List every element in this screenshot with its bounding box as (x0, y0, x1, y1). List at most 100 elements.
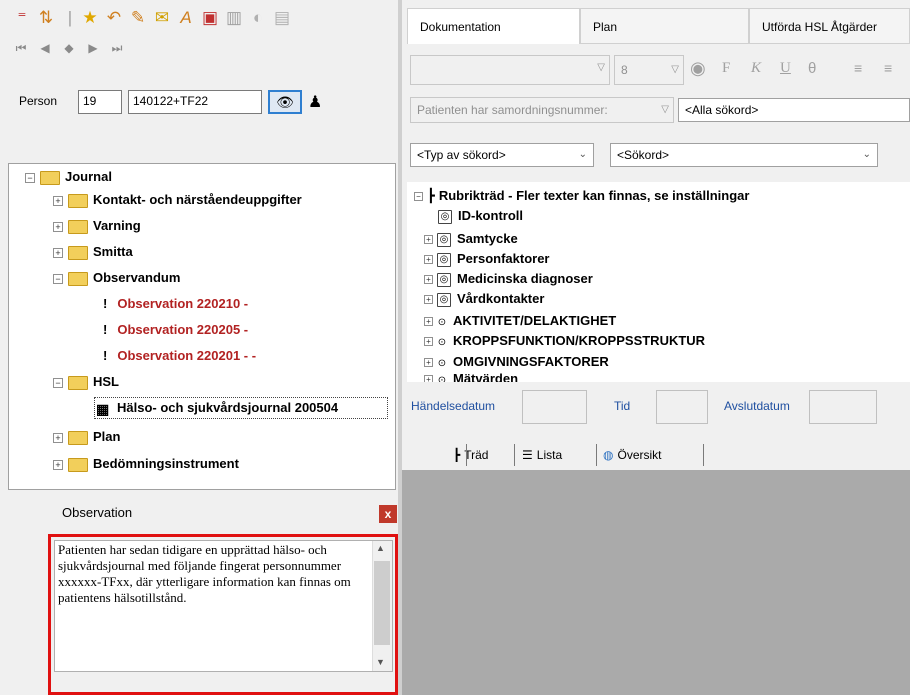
first-icon[interactable]: ⏮ (12, 40, 30, 56)
tree-node-observation[interactable]: ! Observation 220210 - (103, 293, 248, 315)
folder-icon (68, 271, 88, 286)
collapse-icon[interactable]: − (414, 192, 423, 202)
tree-node-observation[interactable]: ! Observation 220201 - - (103, 345, 256, 367)
scroll-down-icon[interactable]: ▼ (376, 657, 385, 667)
rtree-root[interactable]: − ┣ Rubrikträd - Fler texter kan finnas, s… (414, 186, 749, 206)
mail-icon[interactable]: ✉ (152, 8, 172, 28)
expand-icon[interactable]: + (424, 275, 433, 285)
scroll-up-icon[interactable]: ▲ (376, 543, 385, 553)
bullet-icon: ⊙ (437, 375, 447, 382)
tree-node-journal[interactable]: − Journal (25, 166, 112, 188)
person-number-field[interactable]: 19 (78, 90, 122, 114)
eye-icon: 👁 (276, 94, 294, 110)
tab-utforda-hsl[interactable]: Utförda HSL Åtgärder (749, 8, 910, 44)
indent-icon[interactable]: ⁼ (12, 8, 32, 28)
folder-icon (68, 375, 88, 390)
item-icon: ◎ (437, 292, 451, 307)
view-tab-oversikt[interactable]: ◍ Översikt (603, 444, 662, 466)
person-label: Person (19, 94, 58, 108)
diamond-icon[interactable]: ◆ (60, 40, 78, 56)
person-id-field[interactable]: 140122+TF22 (128, 90, 262, 114)
tab-plan[interactable]: Plan (580, 8, 749, 44)
alla-sokord-select[interactable]: <Alla sökord> (678, 98, 910, 122)
tree-node-bedomning[interactable]: + Bedömningsinstrument (53, 453, 239, 475)
tree-node-kontakt[interactable]: + Kontakt- och närståendeuppgifter (53, 189, 302, 211)
color-palette-icon[interactable]: ◉ (690, 58, 706, 79)
expand-icon[interactable]: + (53, 247, 63, 258)
expand-icon[interactable]: + (424, 375, 433, 382)
sokord-select[interactable]: <Sökord> ⌄ (610, 143, 878, 167)
collapse-icon[interactable]: − (25, 172, 35, 183)
expand-icon[interactable]: + (424, 235, 433, 245)
rtree-item[interactable]: ◎ ID-kontroll (438, 206, 523, 226)
next-icon[interactable]: ▶ (84, 40, 102, 56)
align-center-icon[interactable]: ≡ (884, 60, 892, 76)
rtree-item[interactable]: + ◎ Medicinska diagnoser (424, 269, 593, 289)
view-tab-trad[interactable]: ┣ Träd (453, 444, 488, 466)
bold-button[interactable]: F (722, 60, 730, 77)
font-size-select[interactable]: 8 ▽ (614, 55, 684, 85)
tree-node-observation[interactable]: ! Observation 220205 - (103, 319, 248, 341)
view-tab-lista[interactable]: ☰ Lista (522, 444, 562, 466)
book-icon[interactable]: ▥ (224, 8, 244, 28)
font-select[interactable]: ▽ (410, 55, 610, 85)
folder-icon (68, 430, 88, 445)
scrollbar-thumb[interactable] (374, 561, 390, 645)
strike-button[interactable]: θ (808, 60, 816, 77)
hide-button[interactable]: 👁 (268, 90, 302, 114)
tab-dokumentation[interactable]: Dokumentation (407, 8, 580, 44)
expand-icon[interactable]: + (424, 295, 433, 305)
handelsedatum-field[interactable] (522, 390, 587, 424)
expand-icon[interactable]: + (53, 195, 63, 206)
rtree-item[interactable]: + ◎ Personfaktorer (424, 249, 549, 269)
rtree-group-partial[interactable]: + ⊙ Mätvärden (424, 372, 518, 382)
rtree-item[interactable]: + ◎ Vårdkontakter (424, 289, 544, 309)
tree-node-plan[interactable]: + Plan (53, 426, 120, 448)
expand-icon[interactable]: + (53, 459, 63, 470)
form-icon[interactable]: ▣ (200, 8, 220, 28)
undo-icon[interactable]: ↶ (104, 8, 124, 28)
tree-node-observandum[interactable]: − Observandum (53, 267, 180, 289)
note-icon[interactable]: ✎ (128, 8, 148, 28)
tree-node-hsl-journal[interactable]: ▦ Hälso- och sjukvårdsjournal 200504 (96, 397, 338, 419)
rtree-group[interactable]: + ⊙ KROPPSFUNKTION/KROPPSSTRUKTUR (424, 331, 705, 351)
tid-label: Tid (614, 399, 631, 413)
collapse-icon[interactable]: − (53, 377, 63, 388)
chart-icon[interactable]: ▤ (272, 8, 292, 28)
expand-icon[interactable]: + (424, 255, 433, 265)
tree-node-smitta[interactable]: + Smitta (53, 241, 133, 263)
expand-icon[interactable]: + (424, 317, 433, 327)
samordning-select[interactable]: Patienten har samordningsnummer: ▽ (410, 97, 674, 123)
tid-field[interactable] (656, 390, 708, 424)
exclamation-icon: ! (103, 322, 108, 337)
sort-icon[interactable]: ⇅ (36, 8, 56, 28)
expand-icon[interactable]: + (53, 221, 63, 232)
last-icon[interactable]: ⏭ (108, 40, 126, 56)
close-button[interactable]: x (379, 505, 397, 523)
align-left-icon[interactable]: ≡ (854, 60, 862, 76)
collapse-icon[interactable]: − (53, 273, 63, 284)
rtree-group[interactable]: + ⊙ OMGIVNINGSFAKTORER (424, 352, 609, 372)
expand-icon[interactable]: + (424, 358, 433, 368)
bullet-icon: ⊙ (437, 358, 447, 369)
underline-button[interactable]: U (780, 60, 791, 77)
italic-button[interactable]: K (751, 60, 761, 77)
tree-node-varning[interactable]: + Varning (53, 215, 141, 237)
chevron-down-icon: ▽ (661, 104, 669, 115)
avslutdatum-label: Avslutdatum (724, 399, 790, 413)
expand-icon[interactable]: + (53, 432, 63, 443)
rtree-item[interactable]: + ◎ Samtycke (424, 229, 518, 249)
handelsedatum-label: Händelsedatum (411, 399, 496, 413)
avslutdatum-field[interactable] (809, 390, 877, 424)
tree-node-hsl[interactable]: − HSL (53, 371, 119, 393)
star-icon[interactable]: ★ (80, 8, 100, 28)
person-icon[interactable]: ♟ (308, 92, 322, 112)
pie-icon[interactable]: ◐ (248, 8, 268, 28)
font-icon[interactable]: A (176, 8, 196, 28)
typ-av-sokord-select[interactable]: <Typ av sökord> ⌄ (410, 143, 594, 167)
chevron-down-icon: ⌄ (862, 149, 871, 160)
journal-document-icon: ▦ (96, 400, 110, 417)
rtree-group[interactable]: + ⊙ AKTIVITET/DELAKTIGHET (424, 311, 616, 331)
prev-icon[interactable]: ◀ (36, 40, 54, 56)
expand-icon[interactable]: + (424, 337, 433, 347)
